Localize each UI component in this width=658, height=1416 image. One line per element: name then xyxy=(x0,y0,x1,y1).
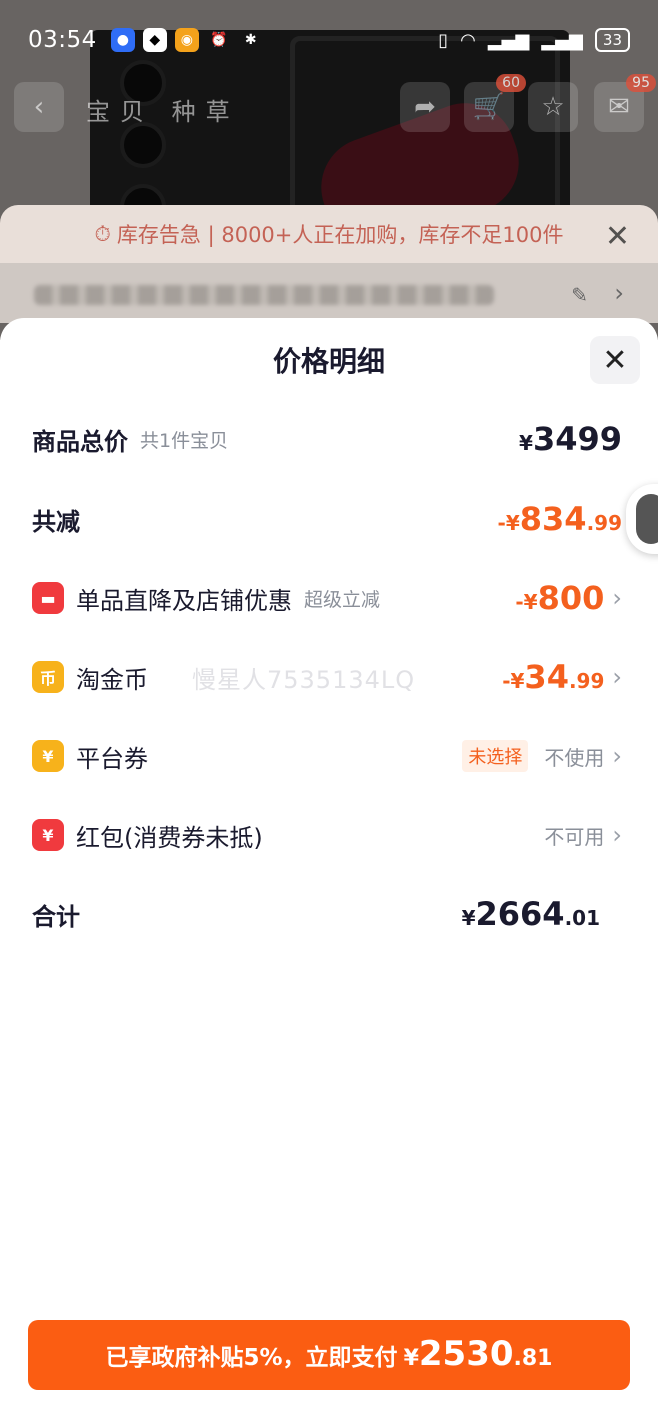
shop-discount-label: 单品直降及店铺优惠 xyxy=(76,586,292,615)
red-packet-icon: ¥ xyxy=(32,819,64,851)
item-count: 共1件宝贝 xyxy=(140,429,229,452)
total-price-amount: ¥3499 xyxy=(519,420,622,458)
red-packet-label: 红包(消费券未抵) xyxy=(76,823,263,852)
bluetooth-icon: ✱ xyxy=(244,32,257,48)
share-icon[interactable]: ➦ xyxy=(400,82,450,132)
coin-icon: 币 xyxy=(32,661,64,693)
red-packet-value: 不可用 xyxy=(544,824,605,849)
product-nav: ‹ 宝贝 种草 ➦ 🛒 60 ☆ ✉ 95 xyxy=(0,74,658,140)
chevron-right-icon: › xyxy=(612,821,622,849)
close-button[interactable]: ✕ xyxy=(590,336,640,384)
cart-icon[interactable]: 🛒 60 xyxy=(464,74,526,132)
total-price-row: 商品总价 共1件宝贝 ¥3499 xyxy=(32,414,622,464)
pay-button[interactable]: 已享政府补贴5%，立即支付 ¥ 2530 .81 xyxy=(28,1320,630,1390)
platform-coupon-value-group: 未选择 不使用 xyxy=(462,740,604,772)
total-reduction-amount: -¥ 834.99 xyxy=(498,500,622,538)
battery-icon: 33 xyxy=(594,28,630,52)
stock-alert: ⏱ 库存告急 | 8000+人正在加购，库存不足100件 xyxy=(95,219,564,249)
status-app-icons: ● ◆ ◉ ⏰ ✱ xyxy=(110,28,263,52)
back-icon[interactable]: ‹ xyxy=(14,82,64,132)
shop-discount-sub: 超级立减 xyxy=(304,588,381,611)
blurred-text xyxy=(34,285,494,305)
amount-integer: 34 xyxy=(524,658,569,696)
taojin-coin-label: 淘金币 xyxy=(76,665,148,694)
price-detail-sheet: 价格明细 ✕ 商品总价 共1件宝贝 ¥3499 共减 -¥ 834.99 ▬ 单品… xyxy=(0,318,658,1416)
currency-symbol: ¥ xyxy=(461,906,476,930)
vibrate-icon: ▯ xyxy=(438,29,449,51)
pay-amount-decimal: .81 xyxy=(513,1346,553,1371)
signal-icon: ▂▄▆ xyxy=(541,29,583,51)
amount-integer: 2664 xyxy=(475,895,565,933)
currency-symbol: -¥ xyxy=(502,669,525,693)
alarm-icon: ⏰ xyxy=(210,32,228,48)
chevron-right-icon[interactable]: › xyxy=(614,279,624,307)
platform-coupon-row[interactable]: ¥ 平台券 未选择 不使用 › xyxy=(32,731,622,781)
weibo-icon: ◉ xyxy=(174,28,199,52)
total-price-label: 商品总价 xyxy=(32,427,128,456)
sheet-title: 价格明细 xyxy=(272,345,385,378)
sum-amount: ¥2664.01 xyxy=(462,895,600,933)
amount-decimal: .99 xyxy=(586,511,622,535)
shop-discount-amount: -¥ 800 xyxy=(515,579,604,617)
amount-integer: 834 xyxy=(519,500,587,538)
edit-icon[interactable]: ✎ xyxy=(571,283,588,307)
sum-label: 合计 xyxy=(32,902,80,931)
red-packet-row[interactable]: ¥ 红包(消费券未抵) 不可用 › xyxy=(32,810,622,860)
blurred-address-row: ✎ › xyxy=(0,263,658,323)
taojin-coin-amount: -¥ 34.99 xyxy=(502,658,604,696)
pay-button-label: 已享政府补贴5%，立即支付 xyxy=(105,1345,398,1371)
signal-icon: ▂▄▆ xyxy=(487,29,530,51)
currency-symbol: -¥ xyxy=(515,590,538,614)
currency-symbol: ¥ xyxy=(519,431,533,455)
shop-discount-row[interactable]: ▬ 单品直降及店铺优惠 超级立减 -¥ 800 › xyxy=(32,573,622,623)
qq-icon: ◆ xyxy=(142,28,167,52)
coupon-icon: ¥ xyxy=(32,740,64,772)
close-icon[interactable]: ✕ xyxy=(605,219,630,254)
currency-symbol: ¥ xyxy=(403,1346,419,1371)
browser-icon: ● xyxy=(110,28,135,52)
nav-tabs[interactable]: 宝贝 种草 xyxy=(86,92,240,127)
total-reduction-label: 共减 xyxy=(32,507,80,536)
amount-decimal: .99 xyxy=(568,669,605,693)
clock-icon: ⏱ xyxy=(94,221,111,246)
favorite-icon[interactable]: ☆ xyxy=(528,82,578,132)
assistant-avatar-icon xyxy=(636,494,658,544)
chevron-right-icon: › xyxy=(612,742,622,770)
sum-row: 合计 ¥2664.01 xyxy=(32,889,622,939)
amount-integer: 800 xyxy=(537,579,605,617)
message-icon[interactable]: ✉ 95 xyxy=(594,74,656,132)
wifi-icon: ◠ xyxy=(460,29,476,51)
total-reduction-row: 共减 -¥ 834.99 xyxy=(32,494,622,544)
shop-discount-icon: ▬ xyxy=(32,582,64,614)
red-packet-value-group: 不可用 xyxy=(544,821,604,850)
amount-decimal: .01 xyxy=(564,906,600,930)
status-time: 03:54 xyxy=(28,27,97,53)
platform-coupon-value: 不使用 xyxy=(544,745,605,770)
not-selected-tag: 未选择 xyxy=(462,740,529,772)
platform-coupon-label: 平台券 xyxy=(76,744,148,773)
stock-alert-bar: ⏱ 库存告急 | 8000+人正在加购，库存不足100件 ✕ xyxy=(0,205,658,263)
status-bar: 03:54 ● ◆ ◉ ⏰ ✱ ▯ ◠ ▂▄▆ ▂▄▆ 33 xyxy=(0,0,658,80)
status-right: ▯ ◠ ▂▄▆ ▂▄▆ 33 xyxy=(438,28,630,52)
currency-symbol: -¥ xyxy=(497,511,520,535)
taojin-coin-row[interactable]: 币 淘金币 -¥ 34.99 › xyxy=(32,652,622,702)
chevron-right-icon: › xyxy=(612,663,622,691)
pay-amount-integer: 2530 xyxy=(418,1334,514,1374)
stock-alert-text: 库存告急 | 8000+人正在加购，库存不足100件 xyxy=(116,223,564,247)
chevron-right-icon: › xyxy=(612,584,622,612)
amount-integer: 3499 xyxy=(532,420,622,458)
close-icon: ✕ xyxy=(602,342,628,378)
